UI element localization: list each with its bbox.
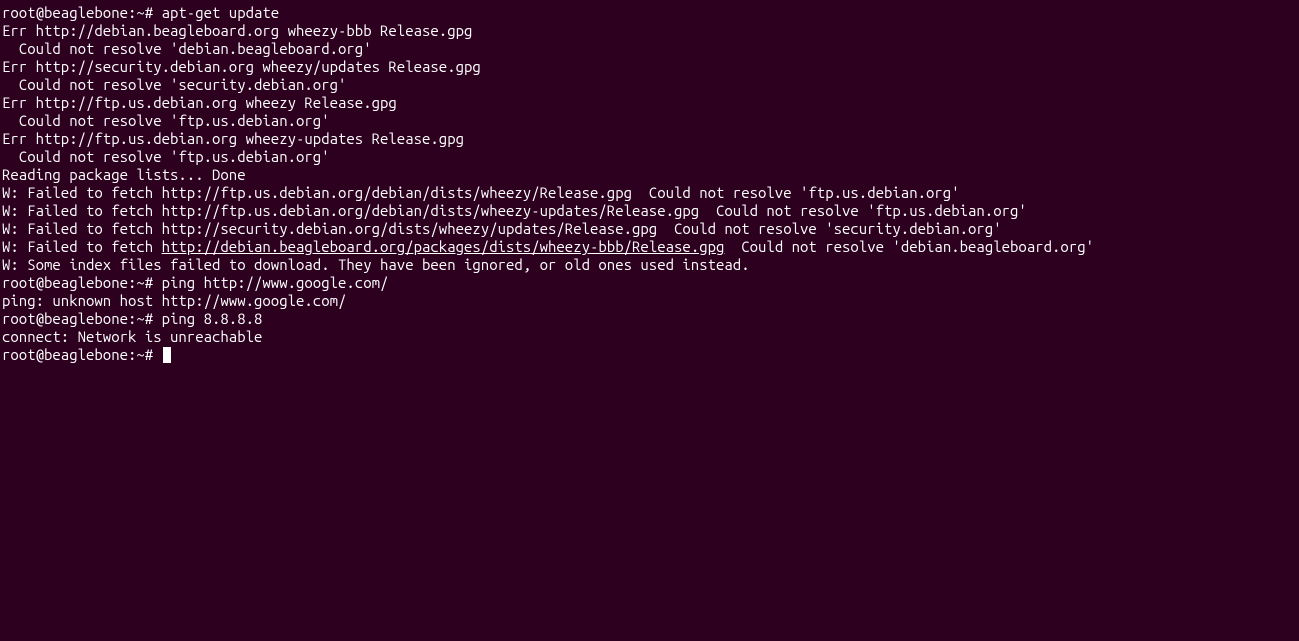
terminal-text: W: Some index files failed to download. … <box>2 256 750 273</box>
terminal-line: W: Failed to fetch http://security.debia… <box>2 220 1297 238</box>
terminal-text: Reading package lists... Done <box>2 166 246 183</box>
terminal-output[interactable]: root@beaglebone:~# apt-get updateErr htt… <box>0 0 1299 366</box>
terminal-line: Err http://ftp.us.debian.org wheezy Rele… <box>2 94 1297 112</box>
terminal-text: W: Failed to fetch http://ftp.us.debian.… <box>2 184 960 201</box>
terminal-text: root@beaglebone:~# ping http://www.googl… <box>2 274 388 291</box>
terminal-line: Could not resolve 'security.debian.org' <box>2 76 1297 94</box>
terminal-text: root@beaglebone:~# ping 8.8.8.8 <box>2 310 262 327</box>
terminal-text: Err http://ftp.us.debian.org wheezy-upda… <box>2 130 464 147</box>
terminal-text: W: Failed to fetch http://security.debia… <box>2 220 1002 237</box>
terminal-line: Err http://debian.beagleboard.org wheezy… <box>2 22 1297 40</box>
terminal-line: Could not resolve 'debian.beagleboard.or… <box>2 40 1297 58</box>
terminal-line: connect: Network is unreachable <box>2 328 1297 346</box>
terminal-line: Could not resolve 'ftp.us.debian.org' <box>2 148 1297 166</box>
terminal-text: ping: unknown host http://www.google.com… <box>2 292 346 309</box>
terminal-line: root@beaglebone:~# ping 8.8.8.8 <box>2 310 1297 328</box>
terminal-text: W: Failed to fetch <box>2 238 162 255</box>
cursor <box>163 347 171 363</box>
terminal-line: W: Failed to fetch http://debian.beagleb… <box>2 238 1297 256</box>
terminal-line: Err http://ftp.us.debian.org wheezy-upda… <box>2 130 1297 148</box>
terminal-text: Could not resolve 'ftp.us.debian.org' <box>2 112 330 129</box>
terminal-text: Err http://ftp.us.debian.org wheezy Rele… <box>2 94 397 111</box>
terminal-line: W: Some index files failed to download. … <box>2 256 1297 274</box>
terminal-text: root@beaglebone:~# <box>2 346 162 363</box>
terminal-line: W: Failed to fetch http://ftp.us.debian.… <box>2 202 1297 220</box>
terminal-text: Could not resolve 'debian.beagleboard.or… <box>2 40 372 57</box>
terminal-line: root@beaglebone:~# <box>2 346 1297 364</box>
terminal-line: root@beaglebone:~# ping http://www.googl… <box>2 274 1297 292</box>
terminal-line: Err http://security.debian.org wheezy/up… <box>2 58 1297 76</box>
terminal-line: ping: unknown host http://www.google.com… <box>2 292 1297 310</box>
terminal-line: Could not resolve 'ftp.us.debian.org' <box>2 112 1297 130</box>
terminal-line: root@beaglebone:~# apt-get update <box>2 4 1297 22</box>
terminal-text: W: Failed to fetch http://ftp.us.debian.… <box>2 202 1027 219</box>
terminal-link[interactable]: http://debian.beagleboard.org/packages/d… <box>162 238 725 255</box>
terminal-text: Could not resolve 'debian.beagleboard.or… <box>724 238 1094 255</box>
terminal-text: connect: Network is unreachable <box>2 328 262 345</box>
terminal-text: Err http://debian.beagleboard.org wheezy… <box>2 22 472 39</box>
terminal-text: Could not resolve 'security.debian.org' <box>2 76 346 93</box>
terminal-line: W: Failed to fetch http://ftp.us.debian.… <box>2 184 1297 202</box>
terminal-text: root@beaglebone:~# apt-get update <box>2 4 279 21</box>
terminal-line: Reading package lists... Done <box>2 166 1297 184</box>
terminal-text: Err http://security.debian.org wheezy/up… <box>2 58 481 75</box>
terminal-text: Could not resolve 'ftp.us.debian.org' <box>2 148 330 165</box>
